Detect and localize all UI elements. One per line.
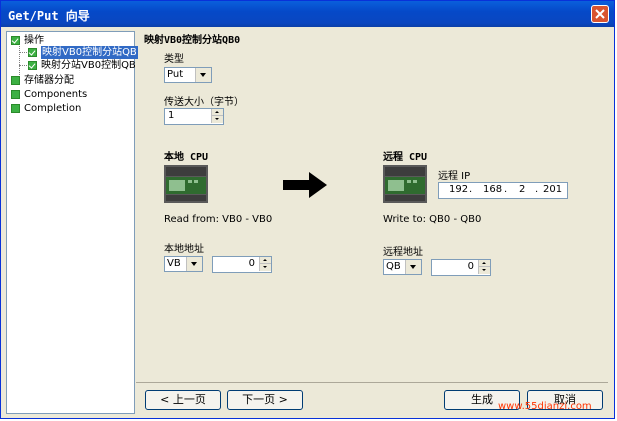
checkbox-icon (28, 61, 37, 70)
local-read-text: Read from: VB0 - VB0 (164, 214, 273, 225)
type-label: 类型 (164, 54, 184, 65)
plc-cpu-icon (164, 165, 208, 203)
local-address-label: 本地地址 (164, 244, 204, 255)
wizard-window: Get/Put 向导 操作 映射VB0控制分站QB 映射分站VB0控制QB 存储… (0, 0, 615, 419)
spin-up-icon[interactable] (211, 109, 223, 116)
remote-cpu-title: 远程 CPU (383, 152, 428, 163)
spin-up-icon[interactable] (259, 257, 271, 264)
checkbox-icon (11, 36, 20, 45)
remote-area-select[interactable]: QB (383, 259, 422, 275)
remote-address-label: 远程地址 (383, 247, 423, 258)
button-separator (136, 382, 608, 383)
checkbox-icon (11, 104, 20, 113)
spin-down-icon[interactable] (478, 267, 490, 274)
chevron-down-icon[interactable] (405, 260, 421, 274)
checkbox-icon (28, 48, 37, 57)
checkbox-icon (11, 76, 20, 85)
remote-ip-label: 远程 IP (438, 171, 471, 182)
next-button[interactable]: 下一页 > (227, 390, 303, 410)
close-icon (595, 9, 605, 19)
plc-cpu-icon (383, 165, 427, 203)
local-address-stepper[interactable]: 0 (212, 256, 272, 273)
chevron-down-icon[interactable] (186, 257, 202, 271)
navigation-tree: 操作 映射VB0控制分站QB 映射分站VB0控制QB 存储器分配 Compone… (6, 31, 138, 414)
spin-down-icon[interactable] (259, 264, 271, 271)
spin-down-icon[interactable] (211, 116, 223, 123)
window-title: Get/Put 向导 (8, 9, 90, 23)
prev-button[interactable]: < 上一页 (145, 390, 221, 410)
local-cpu-title: 本地 CPU (164, 152, 209, 163)
page-heading: 映射VB0控制分站QB0 (144, 35, 241, 46)
size-stepper[interactable]: 1 (164, 108, 224, 125)
remote-address-stepper[interactable]: 0 (431, 259, 491, 276)
watermark-text: www.55dianzi.com (498, 401, 592, 412)
local-area-select[interactable]: VB (164, 256, 203, 272)
remote-ip-field[interactable]: 192 . 168 . 2 . 201 (438, 182, 568, 199)
remote-write-text: Write to: QB0 - QB0 (383, 214, 482, 225)
size-label: 传送大小（字节） (164, 97, 244, 108)
close-button[interactable] (591, 5, 609, 23)
right-arrow-icon (283, 172, 327, 198)
spin-up-icon[interactable] (478, 260, 490, 267)
checkbox-icon (11, 90, 20, 99)
chevron-down-icon[interactable] (195, 68, 211, 82)
type-select[interactable]: Put (164, 67, 212, 83)
title-bar[interactable]: Get/Put 向导 (1, 1, 614, 27)
